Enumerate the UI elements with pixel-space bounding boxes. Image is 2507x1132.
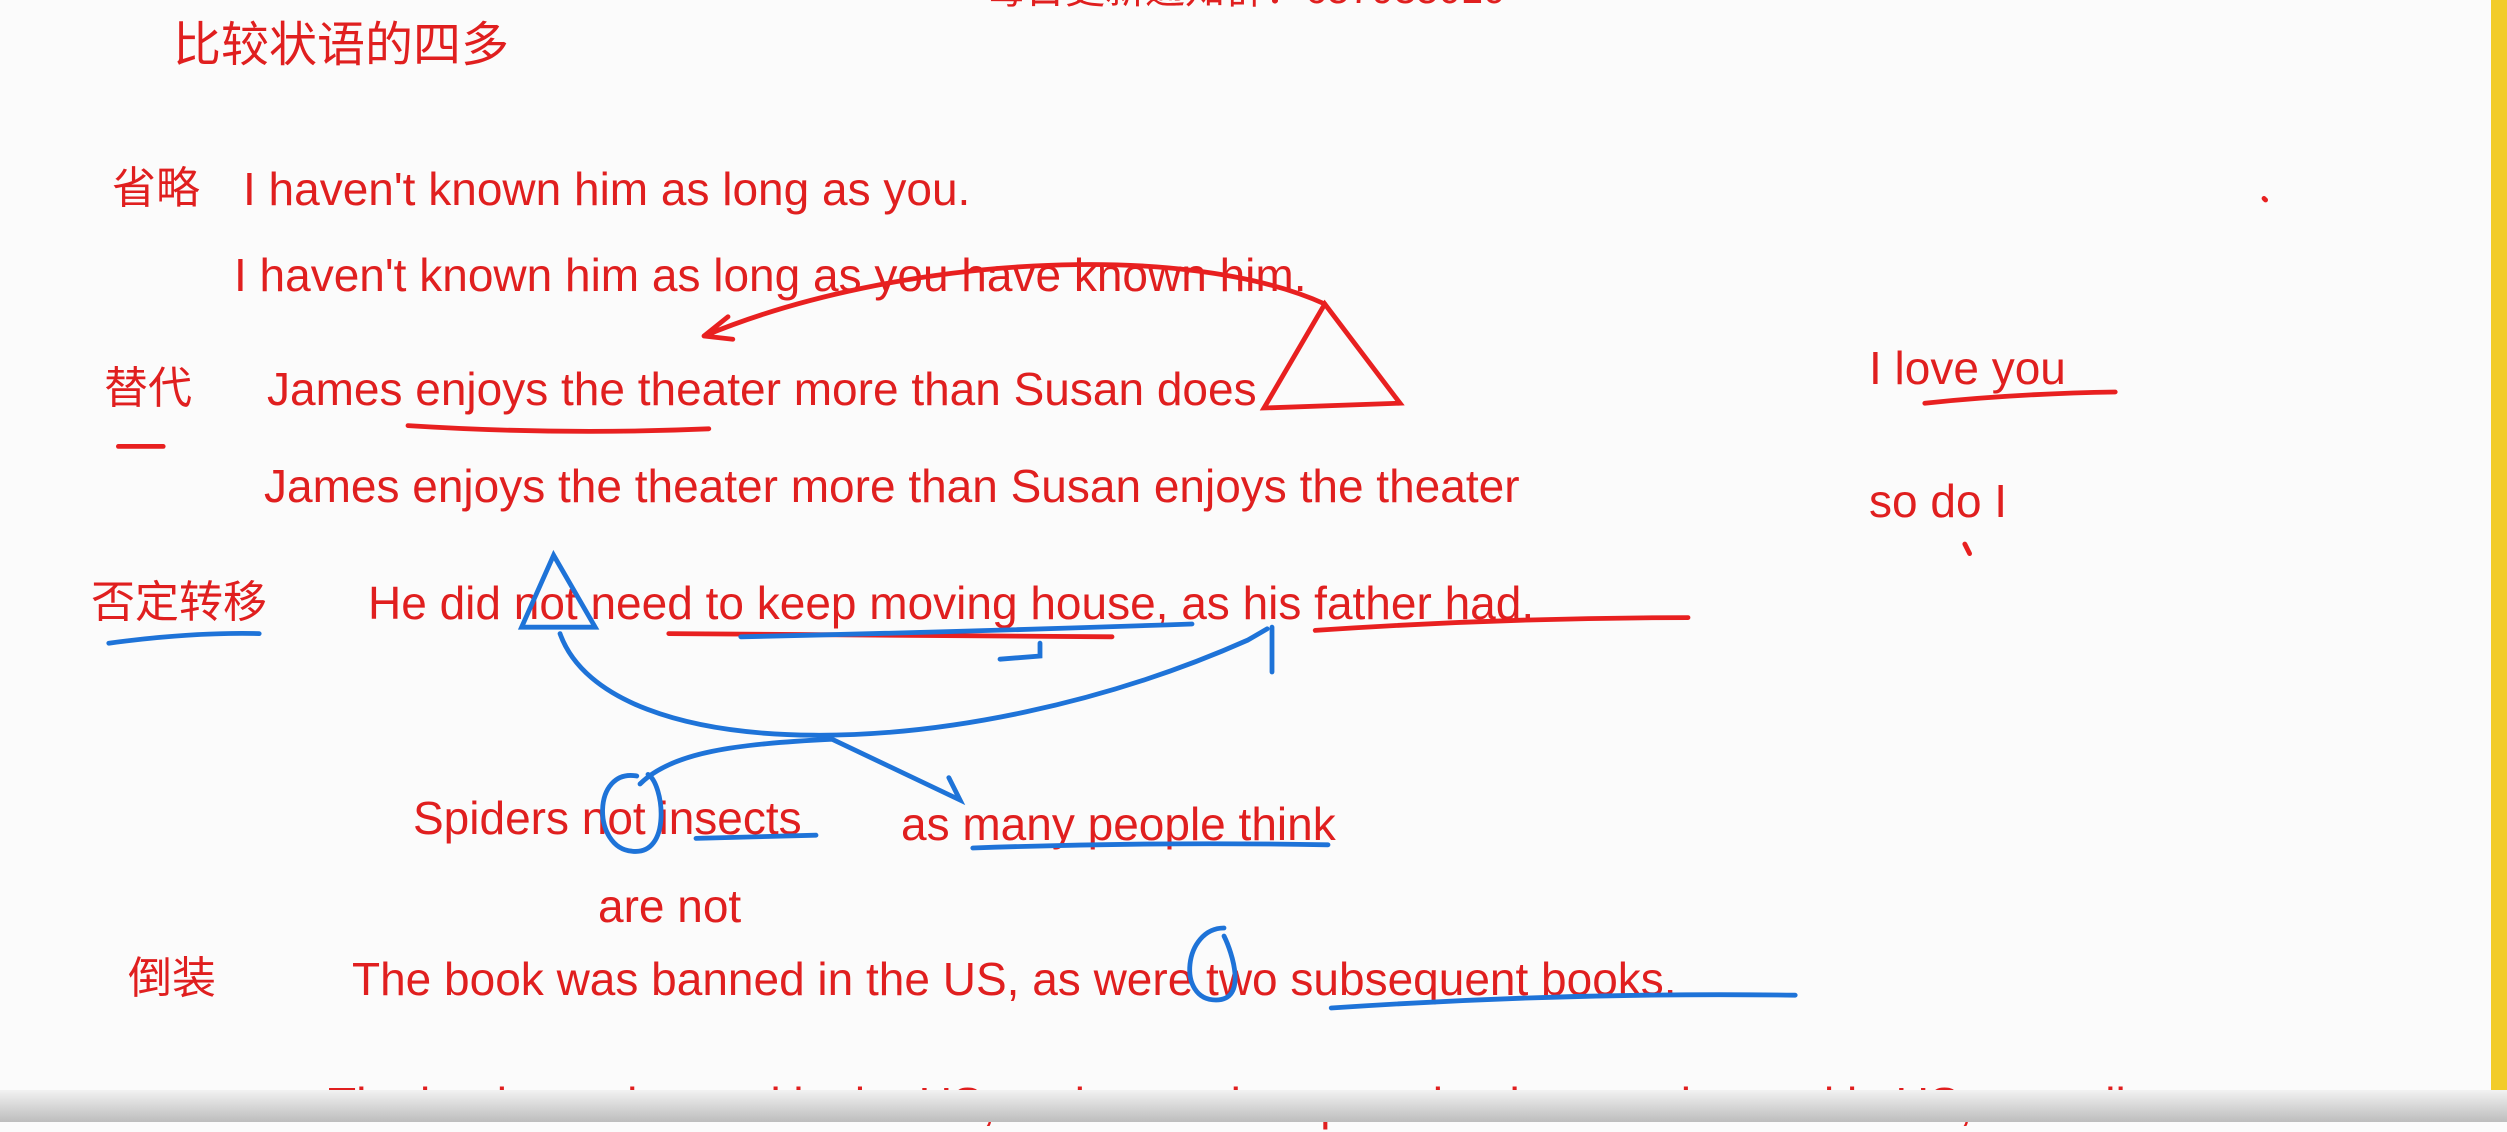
red-underline-father (1312, 615, 1691, 633)
blue-mark (997, 640, 1043, 662)
red-annotations (116, 196, 2269, 640)
sidebar-strip (2491, 0, 2507, 1122)
red-triangle (1259, 299, 1405, 411)
blue-triangle-not (517, 549, 600, 630)
blue-underline-subsequent (1328, 992, 1798, 1011)
pen-annotations (106, 196, 2269, 1011)
blue-arrow-spiders (637, 736, 966, 806)
red-arrow-curve (701, 262, 1328, 342)
red-mark (1962, 541, 1973, 557)
blue-circle-not (600, 772, 664, 854)
bottom-bar (0, 1090, 2507, 1122)
blue-underline-insects (693, 832, 819, 841)
blue-circle-were (1187, 925, 1238, 1003)
blue-underline-people-think (970, 841, 1331, 851)
blue-underline-negation-label (106, 631, 262, 646)
red-underline-enjoys (405, 423, 712, 434)
red-dot (2261, 196, 2269, 203)
blue-arc (557, 624, 1275, 738)
blue-annotations (106, 549, 1798, 1011)
red-underline-love-you (1922, 389, 2118, 406)
